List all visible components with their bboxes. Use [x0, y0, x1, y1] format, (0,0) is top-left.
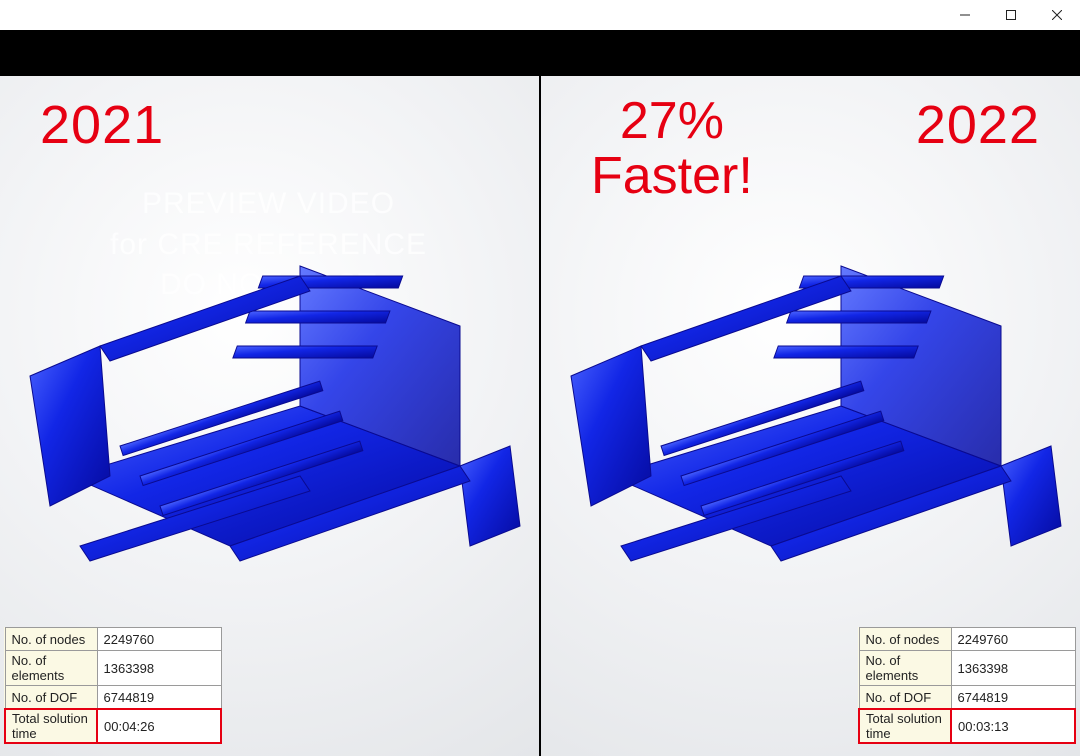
maximize-icon	[1006, 10, 1016, 20]
year-label-left: 2021	[40, 94, 164, 156]
time-label: Total solution time	[5, 709, 97, 743]
stats-table-left: No. of nodes 2249760 No. of elements 136…	[4, 627, 222, 744]
close-button[interactable]	[1034, 0, 1080, 30]
nodes-value: 2249760	[97, 628, 221, 651]
time-label: Total solution time	[859, 709, 951, 743]
minimize-button[interactable]	[942, 0, 988, 30]
nodes-value: 2249760	[951, 628, 1075, 651]
panel-2022: 2022 27% Faster!	[541, 76, 1080, 756]
comparison-area: 2021 PREVIEW VIDEO for CRE REFERENCE DO …	[0, 76, 1080, 756]
table-row: No. of nodes 2249760	[859, 628, 1075, 651]
table-row: No. of DOF 6744819	[5, 686, 221, 710]
elements-value: 1363398	[97, 651, 221, 686]
dof-value: 6744819	[97, 686, 221, 710]
watermark-line3: DO NOT POST	[110, 265, 427, 306]
dof-value: 6744819	[951, 686, 1075, 710]
dof-label: No. of DOF	[5, 686, 97, 710]
minimize-icon	[960, 10, 970, 20]
title-bar	[0, 0, 1080, 30]
time-value: 00:04:26	[97, 709, 221, 743]
watermark-line2: for CRE REFERENCE	[110, 225, 427, 266]
callout-percent: 27%	[591, 94, 753, 149]
nodes-label: No. of nodes	[859, 628, 951, 651]
watermark-line1: PREVIEW VIDEO	[110, 184, 427, 225]
table-row: No. of nodes 2249760	[5, 628, 221, 651]
elements-value: 1363398	[951, 651, 1075, 686]
table-row: No. of elements 1363398	[5, 651, 221, 686]
faster-callout: 27% Faster!	[591, 94, 753, 203]
year-label-right: 2022	[916, 94, 1040, 156]
dof-label: No. of DOF	[859, 686, 951, 710]
elements-label: No. of elements	[859, 651, 951, 686]
table-row-highlight: Total solution time 00:04:26	[5, 709, 221, 743]
table-row: No. of DOF 6744819	[859, 686, 1075, 710]
close-icon	[1052, 10, 1062, 20]
elements-label: No. of elements	[5, 651, 97, 686]
preview-watermark: PREVIEW VIDEO for CRE REFERENCE DO NOT P…	[110, 184, 427, 306]
nodes-label: No. of nodes	[5, 628, 97, 651]
callout-word: Faster!	[591, 149, 753, 204]
chassis-model-left	[0, 146, 539, 616]
table-row: No. of elements 1363398	[859, 651, 1075, 686]
time-value: 00:03:13	[951, 709, 1075, 743]
chassis-model-right	[541, 146, 1080, 616]
panel-2021: 2021 PREVIEW VIDEO for CRE REFERENCE DO …	[0, 76, 539, 756]
table-row-highlight: Total solution time 00:03:13	[859, 709, 1075, 743]
stats-table-right: No. of nodes 2249760 No. of elements 136…	[858, 627, 1076, 744]
maximize-button[interactable]	[988, 0, 1034, 30]
